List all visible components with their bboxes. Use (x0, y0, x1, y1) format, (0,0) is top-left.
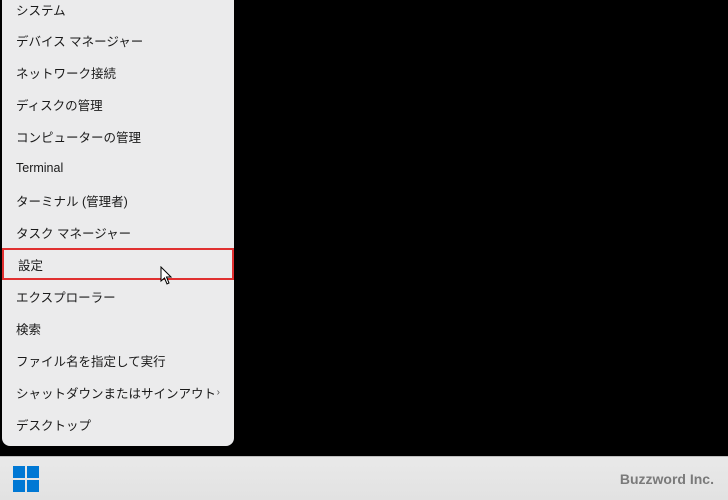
menu-item-label: ターミナル (管理者) (16, 191, 128, 210)
menu-item-label: ネットワーク接続 (16, 63, 116, 82)
winx-context-menu: システム デバイス マネージャー ネットワーク接続 ディスクの管理 コンピュータ… (2, 0, 234, 446)
menu-item-run[interactable]: ファイル名を指定して実行 (2, 344, 234, 376)
start-button[interactable] (10, 463, 42, 495)
menu-item-shutdown-signout[interactable]: シャットダウンまたはサインアウト › (2, 376, 234, 408)
menu-item-disk-management[interactable]: ディスクの管理 (2, 88, 234, 120)
menu-item-network-connections[interactable]: ネットワーク接続 (2, 56, 234, 88)
menu-item-search[interactable]: 検索 (2, 312, 234, 344)
menu-item-label: シャットダウンまたはサインアウト (16, 383, 216, 402)
menu-item-label: ファイル名を指定して実行 (16, 351, 166, 370)
menu-item-system[interactable]: システム (2, 0, 234, 24)
menu-item-label: システム (16, 0, 66, 19)
menu-item-label: Terminal (16, 161, 63, 175)
menu-item-label: デスクトップ (16, 415, 91, 434)
menu-item-label: コンピューターの管理 (16, 127, 141, 146)
menu-item-label: ディスクの管理 (16, 95, 103, 114)
menu-item-terminal[interactable]: Terminal (2, 152, 234, 184)
menu-item-label: 設定 (18, 255, 43, 274)
desktop: システム デバイス マネージャー ネットワーク接続 ディスクの管理 コンピュータ… (0, 0, 728, 500)
menu-item-label: デバイス マネージャー (16, 31, 143, 50)
taskbar: Buzzword Inc. (0, 456, 728, 500)
menu-item-computer-management[interactable]: コンピューターの管理 (2, 120, 234, 152)
menu-item-settings[interactable]: 設定 (2, 248, 234, 280)
menu-item-label: タスク マネージャー (16, 223, 131, 242)
menu-item-label: エクスプローラー (16, 287, 116, 306)
menu-item-task-manager[interactable]: タスク マネージャー (2, 216, 234, 248)
windows-logo-icon (13, 466, 39, 492)
menu-item-desktop[interactable]: デスクトップ (2, 408, 234, 440)
menu-item-explorer[interactable]: エクスプローラー (2, 280, 234, 312)
watermark-text: Buzzword Inc. (620, 471, 714, 487)
menu-item-device-manager[interactable]: デバイス マネージャー (2, 24, 234, 56)
chevron-right-icon: › (217, 387, 220, 398)
menu-item-label: 検索 (16, 319, 41, 338)
menu-item-terminal-admin[interactable]: ターミナル (管理者) (2, 184, 234, 216)
